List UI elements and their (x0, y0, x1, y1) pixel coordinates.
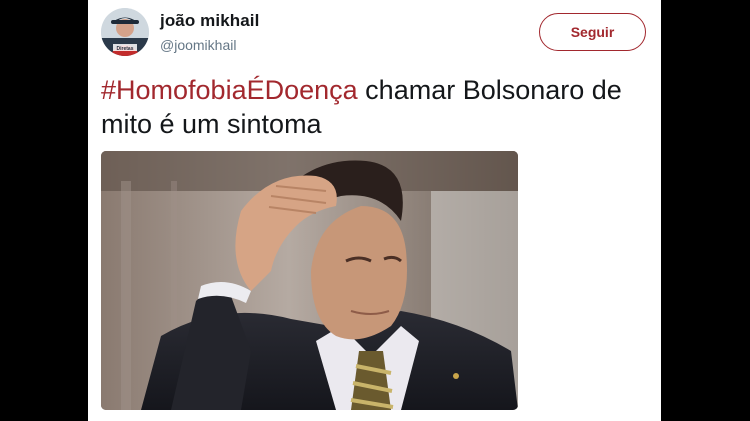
user-handle[interactable]: @joomikhail (160, 37, 236, 53)
tweet-photo[interactable] (101, 151, 518, 410)
tweet-card: Diretas joão mikhail @joomikhail Seguir … (88, 0, 661, 421)
follow-button[interactable]: Seguir (539, 13, 646, 51)
avatar[interactable]: Diretas (101, 8, 149, 56)
avatar-caption: Diretas (117, 46, 134, 52)
display-name[interactable]: joão mikhail (160, 11, 259, 31)
hashtag-link[interactable]: #HomofobiaÉDoença (101, 75, 358, 105)
photo-image (101, 151, 518, 410)
follow-button-label: Seguir (570, 24, 615, 40)
tweet-text: #HomofobiaÉDoença chamar Bolsonaro de mi… (101, 73, 651, 141)
avatar-image: Diretas (101, 8, 149, 56)
